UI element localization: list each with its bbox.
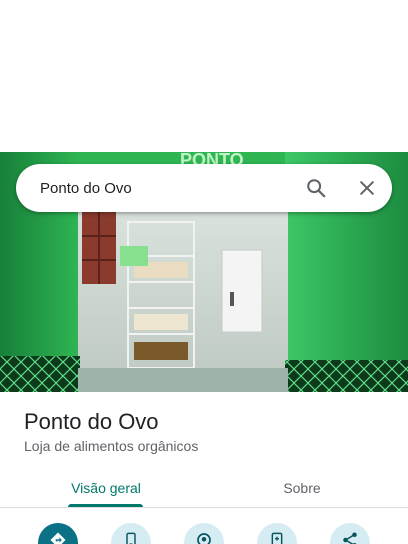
nearby-button[interactable] [184, 523, 224, 544]
search-bar[interactable]: Ponto do Ovo [16, 164, 392, 212]
directions-icon [50, 532, 66, 544]
place-tabs: Visão geral Sobre [0, 468, 408, 508]
map-area-blank [0, 0, 408, 152]
search-icon [307, 179, 326, 198]
call-button[interactable] [111, 523, 151, 544]
active-tab-indicator [68, 504, 143, 507]
tab-about[interactable]: Sobre [236, 468, 368, 508]
share-icon [343, 532, 357, 544]
nearby-icon [197, 533, 211, 544]
search-button[interactable] [302, 174, 330, 202]
share-button[interactable] [330, 523, 370, 544]
search-input[interactable]: Ponto do Ovo [40, 180, 392, 197]
action-bar [0, 520, 408, 544]
phone-icon [126, 532, 136, 544]
send-to-phone-button[interactable] [257, 523, 297, 544]
place-category[interactable]: Loja de alimentos orgânicos [24, 437, 198, 455]
place-title: Ponto do Ovo [24, 409, 159, 434]
send-to-phone-icon [271, 532, 283, 544]
directions-button[interactable] [38, 523, 78, 544]
close-icon [360, 181, 374, 195]
clear-search-button[interactable] [353, 174, 381, 202]
tab-overview[interactable]: Visão geral [40, 468, 172, 508]
